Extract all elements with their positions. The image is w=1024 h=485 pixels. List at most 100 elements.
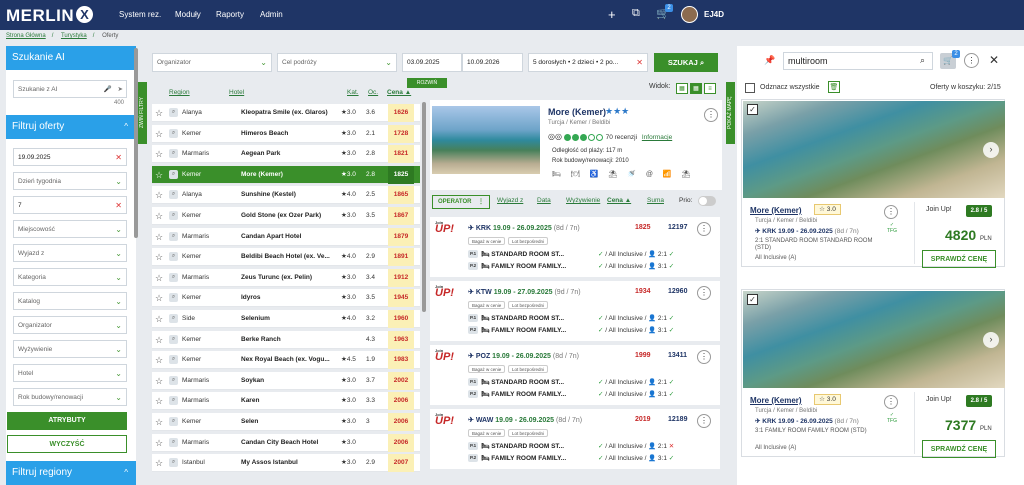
results-scrollbar[interactable]	[422, 102, 426, 312]
favorite-star-icon[interactable]: ☆	[155, 351, 163, 369]
hotel-row[interactable]: ☆ ⌕ Kemer Beldibi Beach Hotel (ex. Ve... ★4.…	[152, 248, 420, 267]
favorite-star-icon[interactable]: ☆	[155, 166, 163, 184]
trash-icon[interactable]: 🗑	[828, 81, 840, 93]
filter-field-5[interactable]: Kategoria ⌄	[13, 268, 127, 286]
travelers-select[interactable]: 5 dorosłych • 2 dzieci • 2 po... ✕	[528, 53, 648, 72]
hotel-row[interactable]: ☆ ⌕ Kemer Selen ★3.0 3 2006	[152, 413, 420, 431]
view-tiles-icon[interactable]: ▦	[690, 83, 702, 94]
more-options-icon[interactable]: ⋮	[704, 108, 718, 122]
hotel-row[interactable]: ☆ ⌕ Marmaris Aegean Park ★3.0 2.8 1821	[152, 145, 420, 164]
favorite-star-icon[interactable]: ☆	[155, 228, 163, 246]
favorite-star-icon[interactable]: ☆	[155, 145, 163, 163]
hotel-row[interactable]: ☆ ⌕ Istanbul My Assos Istanbul ★3.0 2.9 2007	[152, 454, 420, 473]
more-options-icon[interactable]: ⋮	[697, 350, 711, 364]
priority-toggle[interactable]	[698, 196, 716, 206]
preview-icon[interactable]: ⌕	[169, 252, 178, 262]
collapse-filters-tab[interactable]: ZWIŃ FILTRY	[138, 82, 147, 144]
more-options-icon[interactable]: ⋮	[697, 286, 711, 300]
filter-field-8[interactable]: Wyżywienie ⌄	[13, 340, 127, 358]
hotel-row[interactable]: ☆ ⌕ Kemer More (Kemer) ★3.0 2.8 1825	[152, 165, 420, 184]
preview-icon[interactable]: ⌕	[169, 293, 178, 303]
favorite-star-icon[interactable]: ☆	[155, 310, 163, 328]
nav-admin[interactable]: Admin	[260, 10, 283, 19]
plus-icon[interactable]: +	[608, 7, 616, 22]
clear-icon[interactable]: ✕	[115, 197, 122, 214]
favorite-star-icon[interactable]: ☆	[155, 269, 163, 287]
hotel-row[interactable]: ☆ ⌕ Marmaris Soykan ★3.0 3.7 2002	[152, 371, 420, 390]
filter-regions-header[interactable]: Filtruj regiony ^	[6, 461, 136, 485]
view-grid-icon[interactable]: ▦	[676, 83, 688, 94]
sort-hotel[interactable]: Hotel	[229, 89, 244, 96]
favorite-star-icon[interactable]: ☆	[155, 392, 163, 410]
sort-rating[interactable]: Oc.	[368, 89, 378, 96]
select-all-checkbox[interactable]	[745, 83, 755, 93]
offer-card[interactable]: Join UP! ✈ KTW 19.09 - 27.09.2025 (9d / 7n…	[430, 281, 720, 341]
destination-select[interactable]: Cel podróży ⌄	[277, 53, 397, 72]
date-to-input[interactable]: 10.09.2026	[462, 53, 523, 72]
breadcrumb-home[interactable]: Strona Główna	[6, 33, 46, 39]
nav-moduly[interactable]: Moduły	[175, 10, 201, 19]
hotel-row[interactable]: ☆ ⌕ Alanya Kleopatra Smile (ex. Glaros) ★3.0…	[152, 104, 420, 122]
sort-sum[interactable]: Suma	[647, 197, 664, 204]
external-link-icon[interactable]: ⧉	[632, 7, 640, 20]
expand-button[interactable]: ROZWIŃ	[407, 78, 447, 88]
favorite-star-icon[interactable]: ☆	[155, 372, 163, 390]
send-icon[interactable]: ➤	[118, 81, 123, 98]
filter-field-1[interactable]: Dzień tygodnia ⌄	[13, 172, 127, 190]
favorite-star-icon[interactable]: ☆	[155, 186, 163, 204]
hotel-photo[interactable]	[743, 101, 1005, 198]
preview-icon[interactable]: ⌕	[169, 417, 178, 426]
cart-search-input[interactable]: multiroom	[783, 52, 933, 70]
sort-region[interactable]: Region	[169, 89, 190, 96]
hotel-row[interactable]: ☆ ⌕ Side Selenium ★4.0 3.2 1960	[152, 310, 420, 328]
hotel-name-link[interactable]: More (Kemer)	[750, 206, 802, 215]
user-name[interactable]: EJ4D	[704, 10, 724, 19]
merlin-logo[interactable]: MERLIN X	[6, 6, 94, 26]
offer-card[interactable]: Join UP! ✈ WAW 19.09 - 26.09.2025 (8d / 7n…	[430, 409, 720, 469]
favorite-star-icon[interactable]: ☆	[155, 413, 163, 431]
show-map-tab[interactable]: POKAŻ MAPĘ	[726, 82, 735, 144]
more-options-icon[interactable]: ⋮	[884, 395, 898, 409]
more-options-icon[interactable]: ⋮	[697, 414, 711, 428]
preview-icon[interactable]: ⌕	[169, 149, 178, 159]
more-options-icon[interactable]: ⋮	[964, 53, 979, 68]
hotel-row[interactable]: ☆ ⌕ Kemer Gold Stone (ex Ozer Park) ★3.0 3.5 1…	[152, 207, 420, 225]
filter-field-3[interactable]: Miejscowość ⌄	[13, 220, 127, 238]
hotel-row[interactable]: ☆ ⌕ Marmaris Candan Apart Hotel 1879	[152, 227, 420, 246]
favorite-star-icon[interactable]: ☆	[155, 207, 163, 225]
favorite-star-icon[interactable]: ☆	[155, 331, 163, 349]
favorite-star-icon[interactable]: ☆	[155, 104, 163, 122]
close-icon[interactable]: ✕	[989, 53, 999, 67]
filter-field-10[interactable]: Rok budowy/renowacji ⌄	[13, 388, 127, 406]
offer-card[interactable]: Join UP! ✈ KRK 19.09 - 26.09.2025 (8d / 7n…	[430, 217, 720, 277]
hotel-row[interactable]: ☆ ⌕ Kemer Nex Royal Beach (ex. Vogu... ★4.5 1…	[152, 351, 420, 370]
sort-date[interactable]: Data	[537, 197, 551, 204]
sort-price[interactable]: Cena ▲	[387, 89, 411, 96]
hotel-photo[interactable]	[743, 291, 1005, 388]
preview-icon[interactable]: ⌕	[169, 272, 178, 282]
hotel-row[interactable]: ☆ ⌕ Kemer Idyros ★3.0 3.5 1945	[152, 289, 420, 308]
filter-field-6[interactable]: Katalog ⌄	[13, 292, 127, 310]
microphone-icon[interactable]: 🎤	[104, 81, 112, 98]
preview-icon[interactable]: ⌕	[169, 355, 178, 365]
hotel-row[interactable]: ☆ ⌕ Marmaris Zeus Turunc (ex. Pelin) ★3.0 3.4…	[152, 268, 420, 287]
clear-icon[interactable]: ✕	[115, 149, 122, 166]
ai-search-input[interactable]: Szukanie z AI 🎤 ➤	[13, 80, 127, 98]
favorite-star-icon[interactable]: ☆	[155, 289, 163, 307]
preview-icon[interactable]: ⌕	[169, 396, 178, 406]
preview-icon[interactable]: ⌕	[169, 375, 178, 385]
hotel-name-link[interactable]: More (Kemer)	[750, 396, 802, 405]
user-avatar[interactable]	[681, 6, 698, 23]
sort-category[interactable]: Kat.	[347, 89, 359, 96]
filter-field-4[interactable]: Wyjazd z ⌄	[13, 244, 127, 262]
nav-raporty[interactable]: Raporty	[216, 10, 244, 19]
attributes-button[interactable]: ATRYBUTY	[7, 412, 127, 430]
more-options-icon[interactable]: ⋮	[697, 222, 711, 236]
check-price-button[interactable]: SPRAWDŹ CENĘ	[922, 440, 996, 458]
filter-field-9[interactable]: Hotel ⌄	[13, 364, 127, 382]
hotel-row[interactable]: ☆ ⌕ Marmaris Karen ★3.0 3.3 2006	[152, 392, 420, 411]
breadcrumb-tourism[interactable]: Turystyka	[61, 33, 87, 39]
filter-offers-header[interactable]: Filtruj oferty ^	[6, 115, 136, 139]
preview-icon[interactable]: ⌕	[169, 211, 178, 220]
operator-dropdown[interactable]: OPERATOR ⋮	[432, 195, 490, 209]
